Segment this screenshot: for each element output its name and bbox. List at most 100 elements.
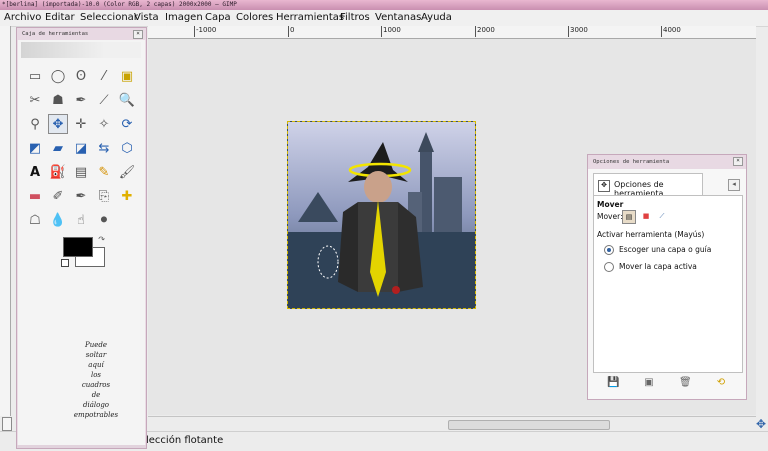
- perspective-icon[interactable]: ◪: [71, 138, 91, 158]
- ruler-tick: [194, 26, 195, 37]
- paths-icon[interactable]: ✒: [71, 90, 91, 110]
- pencil-icon[interactable]: ✎: [94, 162, 114, 182]
- color-selector[interactable]: ↷: [61, 235, 105, 271]
- scissors-icon[interactable]: ✂: [25, 90, 45, 110]
- blend-icon[interactable]: ▤: [71, 162, 91, 182]
- toolbox-window: Caja de herramientas × ▭ ◯ ʘ ⁄ ▣ ✂ ☗ ✒ ⟋…: [16, 27, 147, 449]
- blur-icon[interactable]: 💧: [48, 210, 68, 230]
- ellipse-select-icon[interactable]: ◯: [48, 66, 68, 86]
- tab-tool-options[interactable]: ✥ Opciones de herramienta: [593, 173, 703, 198]
- perspective-clone-icon[interactable]: ☖: [25, 210, 45, 230]
- ruler-tick: [381, 26, 382, 37]
- save-icon[interactable]: 💾: [607, 377, 619, 389]
- toolbox-titlebar[interactable]: Caja de herramientas ×: [17, 28, 146, 40]
- menu-ventanas[interactable]: Ventanas: [375, 12, 421, 23]
- drop-hint-line: los: [90, 371, 102, 379]
- vertical-ruler[interactable]: [0, 26, 11, 416]
- tool-options-window-title: Opciones de herramienta: [593, 159, 670, 165]
- menu-filtros[interactable]: Filtros: [340, 12, 370, 23]
- drop-hint-line: aquí: [88, 361, 104, 369]
- bucket-fill-icon[interactable]: ⛽: [48, 162, 68, 182]
- free-select-icon[interactable]: ʘ: [71, 66, 91, 86]
- tool-options-titlebar[interactable]: Opciones de herramienta ×: [588, 155, 746, 169]
- menu-herramientas[interactable]: Herramientas: [276, 12, 344, 23]
- radio-pick-layer-label[interactable]: Escoger una capa o guía: [619, 245, 711, 254]
- dock-drop-hint: Puede soltar aquí los cuadros de diálogo…: [67, 340, 125, 420]
- toolbox-header-image: [21, 42, 141, 58]
- move-layer-icon[interactable]: ▤: [622, 210, 636, 224]
- delete-icon[interactable]: 🗑: [679, 377, 692, 389]
- canvas-image[interactable]: [287, 121, 476, 309]
- flip-icon[interactable]: ⇆: [94, 138, 114, 158]
- move-path-icon[interactable]: ⟋: [656, 210, 668, 222]
- menu-vista[interactable]: Vista: [134, 12, 159, 23]
- measure-icon[interactable]: ⚲: [25, 114, 45, 134]
- ruler-label: 3000: [570, 26, 588, 34]
- airbrush-icon[interactable]: ✐: [48, 186, 68, 206]
- mover-label: Mover:: [597, 212, 623, 221]
- window-titlebar: *[berlina] (importada)-10.0 (Color RGB, …: [0, 0, 768, 10]
- cage-transform-icon[interactable]: ⬡: [117, 138, 137, 158]
- menu-capa[interactable]: Capa: [205, 12, 231, 23]
- shear-icon[interactable]: ▰: [48, 138, 68, 158]
- eraser-icon[interactable]: ▬: [25, 186, 45, 206]
- drop-hint-line: cuadros: [81, 381, 111, 389]
- scrollbar-thumb[interactable]: [448, 420, 610, 430]
- ruler-tick: [288, 26, 289, 37]
- rect-select-icon[interactable]: ▭: [25, 66, 45, 86]
- menu-bar: Archivo Editar Seleccionar Vista Imagen …: [0, 10, 768, 27]
- ruler-label: -1000: [196, 26, 217, 34]
- horizontal-scrollbar[interactable]: [148, 416, 756, 431]
- foreground-color-swatch[interactable]: [63, 237, 93, 257]
- text-tool-icon[interactable]: A: [25, 162, 45, 182]
- tool-options-window: Opciones de herramienta × ✥ Opciones de …: [587, 154, 747, 400]
- default-colors-icon[interactable]: [61, 259, 69, 267]
- horizontal-ruler[interactable]: -1000 0 1000 2000 3000 4000: [148, 26, 756, 39]
- heal-icon[interactable]: ✚: [117, 186, 137, 206]
- radio-move-active[interactable]: [604, 262, 614, 272]
- smudge-icon[interactable]: ☝: [71, 210, 91, 230]
- dodge-burn-icon[interactable]: ⚫: [94, 210, 114, 230]
- foreground-select-icon[interactable]: ☗: [48, 90, 68, 110]
- drop-hint-line: de: [91, 391, 101, 399]
- ruler-tick: [475, 26, 476, 37]
- menu-editar[interactable]: Editar: [45, 12, 75, 23]
- restore-icon[interactable]: ▣: [643, 377, 655, 389]
- menu-archivo[interactable]: Archivo: [4, 12, 41, 23]
- quick-mask-toggle[interactable]: [2, 417, 12, 431]
- drop-hint-line: soltar: [85, 351, 107, 359]
- radio-move-active-label[interactable]: Mover la capa activa: [619, 262, 697, 271]
- toolbox-title: Caja de herramientas: [22, 31, 89, 37]
- ink-icon[interactable]: ✒: [71, 186, 91, 206]
- ruler-label: 2000: [477, 26, 495, 34]
- character-illustration: [288, 122, 475, 308]
- close-icon[interactable]: ×: [733, 157, 743, 166]
- align-icon[interactable]: ✛: [71, 114, 91, 134]
- reset-icon[interactable]: ⟲: [715, 377, 727, 389]
- ruler-label: 4000: [663, 26, 681, 34]
- rotate-icon[interactable]: ⟳: [117, 114, 137, 134]
- color-picker-icon[interactable]: ⟋: [94, 90, 114, 110]
- ruler-tick: [568, 26, 569, 37]
- paintbrush-icon[interactable]: 🖌: [117, 162, 137, 182]
- move-tool-icon[interactable]: ✥: [48, 114, 68, 134]
- scale-icon[interactable]: ◩: [25, 138, 45, 158]
- clone-icon[interactable]: ⎘: [94, 186, 114, 206]
- move-selection-icon[interactable]: ■: [640, 210, 652, 222]
- menu-ayuda[interactable]: Ayuda: [421, 12, 452, 23]
- swap-colors-icon[interactable]: ↷: [98, 235, 105, 244]
- navigate-icon[interactable]: ✥: [756, 417, 766, 431]
- zoom-icon[interactable]: 🔍: [117, 90, 137, 110]
- fuzzy-select-icon[interactable]: ⁄: [94, 66, 114, 86]
- crop-icon[interactable]: ✧: [94, 114, 114, 134]
- menu-colores[interactable]: Colores: [236, 12, 273, 23]
- tab-menu-icon[interactable]: ◂: [728, 179, 740, 191]
- drop-hint-line: empotrables: [73, 411, 119, 419]
- menu-imagen[interactable]: Imagen: [165, 12, 203, 23]
- toolbox-border: [17, 445, 146, 448]
- color-select-icon[interactable]: ▣: [117, 66, 137, 86]
- drop-hint-line: diálogo: [82, 401, 110, 409]
- close-icon[interactable]: ×: [133, 30, 143, 39]
- radio-pick-layer[interactable]: [604, 245, 614, 255]
- menu-seleccionar[interactable]: Seleccionar: [80, 12, 138, 23]
